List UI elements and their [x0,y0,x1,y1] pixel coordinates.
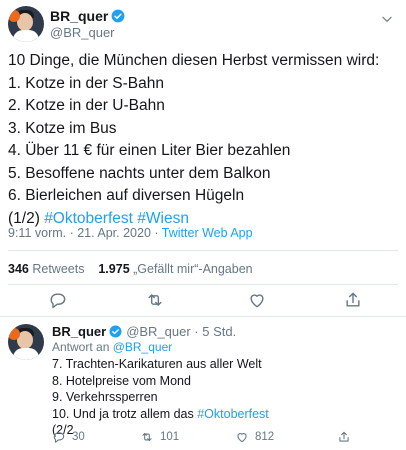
retweet-button[interactable]: 101 [140,430,179,444]
retweets-count[interactable]: 346 [8,262,29,276]
reply-line: 8. Hotelpreise vom Mond [52,373,191,388]
reply-line-text: 10. Und ja trotz allem das [52,406,198,421]
retweet-icon [142,432,152,442]
divider [0,316,406,317]
tweet-line: 3. Kotze im Bus [8,119,117,137]
verified-icon [109,325,122,338]
reply-text: 7. Trachten-Karikaturen aus aller Welt 8… [52,356,269,439]
tweet-line: 1. Kotze in der S-Bahn [8,74,164,92]
like-icon [237,433,247,443]
reply-to-label: Antwort an [52,340,113,354]
likes-count[interactable]: 1.975 [98,262,129,276]
tweet-line: 10 Dinge, die München diesen Herbst verm… [8,52,380,69]
share-icon[interactable] [343,290,363,310]
verified-icon [111,9,125,23]
reply-count: 30 [72,431,85,443]
tweet-stats: 346 Retweets 1.975 „Gefällt mir“-Angaben [8,262,253,276]
tweet-line: 4. Über 11 € für einen Liter Bier bezahl… [8,142,291,159]
hashtag-link[interactable]: #Oktoberfest [197,407,269,421]
retweet-count: 101 [160,431,180,443]
share-button[interactable] [337,430,357,444]
hashtag-link[interactable]: #Oktoberfest [44,210,133,227]
tweet-actions [0,290,406,312]
tweet-line: 6. Bierleichen auf diversen Hügeln [8,187,245,204]
handle-time[interactable]: @BR_quer · 5 Std. [126,324,236,339]
display-name[interactable]: BR_quer [50,8,108,24]
reply-line: 9. Verkehrssperren [52,390,158,404]
share-icon [339,431,349,442]
like-button[interactable]: 812 [235,430,274,444]
reply-to: Antwort an @BR_quer [52,340,172,354]
reply-actions: 30 101 812 [52,430,392,448]
retweet-icon[interactable] [145,290,165,310]
reply-line: 10. Und ja trotz allem das #Oktoberfest [52,406,269,423]
divider [8,250,398,251]
avatar[interactable] [8,6,44,42]
display-name[interactable]: BR_quer [52,324,106,339]
user-handle[interactable]: @BR_quer [50,25,125,40]
retweets-label[interactable]: Retweets [32,262,84,276]
tweet-meta: 9:11 vorm. · 21. Apr. 2020 · Twitter Web… [8,226,253,240]
avatar[interactable] [8,324,44,360]
divider [8,284,398,285]
hashtag-link[interactable]: #Wiesn [137,210,189,227]
reply-button[interactable]: 30 [52,430,85,444]
like-icon[interactable] [247,290,267,310]
timestamp[interactable]: 9:11 vorm. · 21. Apr. 2020 · [8,226,162,240]
reply-header: BR_quer @BR_quer · 5 Std. [52,324,236,339]
tweet-line: 5. Besoffene nachts unter dem Balkon [8,164,271,182]
reply-icon[interactable] [48,290,68,310]
tweet-text: 10 Dinge, die München diesen Herbst verm… [8,50,400,230]
reply-icon [53,432,65,443]
tweet-part-label: (1/2) [8,209,45,227]
likes-label[interactable]: „Gefällt mir“-Angaben [133,262,253,276]
source-link[interactable]: Twitter Web App [162,226,253,240]
tweet-line: 2. Kotze in der U-Bahn [8,97,165,114]
tweet-header: BR_quer @BR_quer [8,6,125,42]
reply-line: 7. Trachten-Karikaturen aus aller Welt [52,357,262,371]
chevron-down-icon[interactable] [380,12,394,26]
like-count: 812 [255,431,275,443]
reply-to-handle[interactable]: @BR_quer [113,340,173,354]
